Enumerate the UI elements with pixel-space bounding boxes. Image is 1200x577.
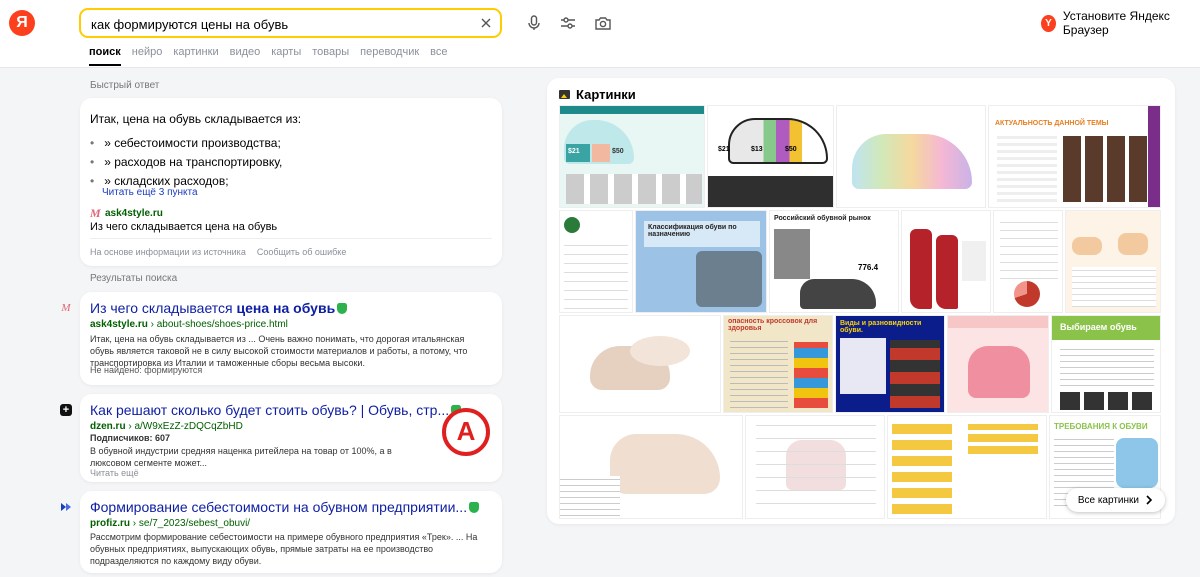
read-more-link[interactable]: Читать ещё 3 пункта: [102, 187, 198, 198]
search-tabs: поиск нейро картинки видео карты товары …: [89, 46, 459, 66]
source-domain: ask4style.ru: [105, 207, 163, 219]
image-thumbnail[interactable]: Виды и разновидности обуви.: [835, 315, 945, 413]
search-input[interactable]: [91, 15, 471, 33]
image-thumbnail[interactable]: Классификация обуви по назначению: [635, 210, 767, 313]
image-thumbnail[interactable]: [836, 105, 986, 208]
ask4style-favicon-icon: M: [61, 302, 71, 314]
quick-answer-label: Быстрый ответ: [90, 80, 160, 91]
quick-answer-intro: Итак, цена на обувь складывается из:: [90, 112, 302, 126]
tab-translator[interactable]: переводчик: [360, 46, 419, 58]
tab-search[interactable]: поиск: [89, 46, 121, 66]
dzen-favicon-icon: +: [60, 404, 72, 416]
list-item: » себестоимости производства;: [90, 134, 282, 153]
tab-neuro[interactable]: нейро: [132, 46, 163, 58]
source-title-link[interactable]: Из чего складывается цена на обувь: [90, 221, 277, 233]
images-title[interactable]: Картинки: [559, 87, 636, 102]
image-thumbnail[interactable]: Выбираем обувь: [1051, 315, 1161, 413]
result-title-link[interactable]: Из чего складывается цена на обувь: [90, 300, 348, 316]
result-url[interactable]: ask4style.ru › about-shoes/shoes-price.h…: [90, 319, 288, 330]
list-item: » расходов на транспортировку,: [90, 153, 282, 172]
image-thumbnail[interactable]: [559, 315, 721, 413]
result-snippet: Рассмотрим формирование себестоимости на…: [90, 532, 478, 566]
browser-promo-label: Установите Яндекс Браузер: [1062, 9, 1170, 37]
divider: [90, 238, 492, 239]
microphone-icon[interactable]: [525, 14, 543, 32]
verified-icon: [337, 303, 348, 314]
search-result: + Как решают сколько будет стоить обувь?…: [60, 394, 502, 482]
result-url[interactable]: profiz.ru › se/7_2023/sebest_obuvi/: [90, 518, 250, 529]
camera-search-icon[interactable]: [594, 14, 612, 32]
read-more-link[interactable]: Читать ещё: [90, 468, 139, 478]
source-info-link[interactable]: На основе информации из источника: [90, 247, 246, 257]
image-thumbnail[interactable]: [559, 210, 633, 313]
quick-answer-list: » себестоимости производства; » расходов…: [90, 134, 282, 191]
quick-answer-source[interactable]: M ask4style.ru: [90, 207, 163, 219]
image-thumbnail[interactable]: [887, 415, 1047, 519]
dzen-channel-logo[interactable]: [442, 408, 490, 456]
results-label: Результаты поиска: [90, 273, 178, 284]
yandex-logo[interactable]: Я: [9, 10, 35, 36]
subscriber-count: Подписчиков: 607: [90, 433, 170, 443]
tab-video[interactable]: видео: [230, 46, 261, 58]
search-box[interactable]: [79, 8, 502, 38]
image-thumbnail[interactable]: [745, 415, 885, 519]
image-thumbnail[interactable]: [993, 210, 1063, 313]
verified-icon: [469, 502, 480, 513]
tab-maps[interactable]: карты: [271, 46, 301, 58]
image-icon: [559, 90, 570, 99]
tab-all[interactable]: все: [430, 46, 447, 58]
quick-answer-card: Итак, цена на обувь складывается из: » с…: [80, 98, 502, 266]
image-thumbnail[interactable]: [947, 315, 1049, 413]
profiz-favicon-icon: [61, 503, 71, 511]
all-images-button[interactable]: Все картинки: [1065, 488, 1165, 512]
quick-answer-footer: На основе информации из источника Сообщи…: [90, 247, 346, 257]
result-footnote: Не найдено: формируются: [90, 365, 203, 375]
browser-promo[interactable]: Y Установите Яндекс Браузер: [1041, 9, 1200, 37]
tab-products[interactable]: товары: [312, 46, 349, 58]
image-thumbnail[interactable]: $21 $13 $50: [707, 105, 834, 208]
image-thumbnail[interactable]: [1065, 210, 1161, 313]
search-result: M Из чего складывается цена на обувь ask…: [61, 292, 502, 385]
image-thumbnail[interactable]: [559, 415, 743, 519]
image-thumbnail[interactable]: [901, 210, 991, 313]
ask4style-favicon-icon: M: [90, 206, 101, 220]
search-result: Формирование себестоимости на обувном пр…: [61, 491, 502, 573]
image-thumbnail[interactable]: АКТУАЛЬНОСТЬ ДАННОЙ ТЕМЫ: [988, 105, 1161, 208]
yandex-browser-icon: Y: [1041, 14, 1056, 32]
result-title-link[interactable]: Как решают сколько будет стоить обувь? |…: [90, 402, 462, 418]
result-url[interactable]: dzen.ru › a/W9xEzZ-zDQCqZbHD: [90, 421, 243, 432]
tab-images[interactable]: картинки: [173, 46, 218, 58]
filters-icon[interactable]: [559, 14, 577, 32]
result-snippet: Итак, цена на обувь складывается из ... …: [90, 334, 468, 368]
image-thumbnail[interactable]: $21 $50: [559, 105, 705, 208]
clear-icon[interactable]: [478, 15, 494, 31]
image-thumbnail[interactable]: опасность кроссовок для здоровья: [723, 315, 833, 413]
image-thumbnail[interactable]: Российский обувной рынок 776.4: [769, 210, 899, 313]
chevron-right-icon: [1146, 495, 1153, 505]
header: Я Y Установите Яндекс Браузер поиск нейр…: [0, 0, 1200, 68]
report-error-link[interactable]: Сообщить об ошибке: [257, 247, 347, 257]
result-title-link[interactable]: Формирование себестоимости на обувном пр…: [90, 499, 480, 515]
result-snippet: В обувной индустрии средняя наценка рите…: [90, 446, 392, 468]
images-panel: Картинки $21 $50 $21 $13 $50 АКТУАЛЬНОСТ…: [547, 78, 1175, 524]
